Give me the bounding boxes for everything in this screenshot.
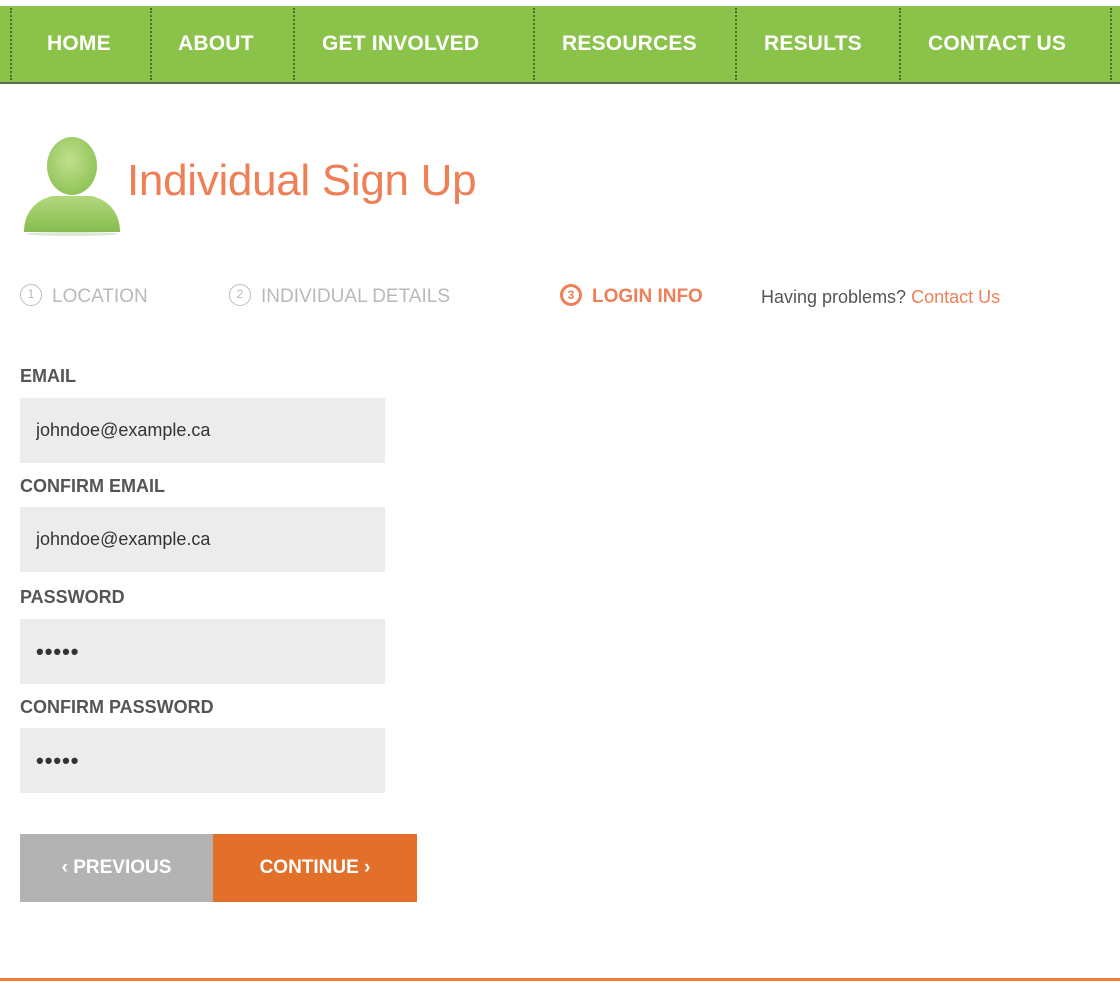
nav-separator — [1110, 8, 1112, 80]
nav-separator — [899, 8, 901, 80]
step-label: LOCATION — [52, 286, 148, 307]
step-individual-details: 2 INDIVIDUAL DETAILS — [229, 283, 450, 311]
step-number-badge: 1 — [20, 283, 42, 306]
help-text: Having problems? Contact Us — [761, 283, 1000, 311]
confirm-password-field[interactable] — [20, 728, 385, 793]
help-prompt: Having problems? — [761, 287, 907, 307]
previous-button[interactable]: ‹ PREVIOUS — [20, 834, 213, 902]
password-label: PASSWORD — [20, 587, 125, 607]
confirm-email-field[interactable] — [20, 507, 385, 572]
nav-about[interactable]: ABOUT — [178, 6, 254, 82]
continue-button[interactable]: CONTINUE › — [213, 834, 417, 902]
email-label: EMAIL — [20, 366, 76, 386]
signup-page: HOME ABOUT GET INVOLVED RESOURCES RESULT… — [0, 0, 1120, 983]
step-number-badge: 2 — [229, 283, 251, 306]
footer-divider — [0, 978, 1120, 981]
nav-separator — [533, 8, 535, 80]
step-number-badge: 3 — [560, 283, 582, 306]
nav-home[interactable]: HOME — [47, 6, 111, 82]
nav-get-involved[interactable]: GET INVOLVED — [322, 6, 479, 82]
step-login-info: 3 LOGIN INFO — [560, 283, 703, 311]
nav-separator — [293, 8, 295, 80]
nav-separator — [150, 8, 152, 80]
person-silhouette-icon — [24, 137, 120, 236]
confirm-password-label: CONFIRM PASSWORD — [20, 697, 214, 717]
email-field[interactable] — [20, 398, 385, 463]
nav-separator — [735, 8, 737, 80]
main-nav: HOME ABOUT GET INVOLVED RESOURCES RESULT… — [0, 0, 1120, 84]
contact-us-link[interactable]: Contact Us — [911, 287, 1000, 307]
confirm-email-label: CONFIRM EMAIL — [20, 476, 165, 496]
nav-resources[interactable]: RESOURCES — [562, 6, 697, 82]
password-field[interactable] — [20, 619, 385, 684]
step-label: LOGIN INFO — [592, 286, 703, 307]
step-location: 1 LOCATION — [20, 283, 148, 311]
step-label: INDIVIDUAL DETAILS — [261, 286, 450, 307]
nav-results[interactable]: RESULTS — [764, 6, 862, 82]
page-title: Individual Sign Up — [127, 156, 477, 205]
nav-separator — [10, 8, 12, 80]
nav-contact-us[interactable]: CONTACT US — [928, 6, 1066, 82]
